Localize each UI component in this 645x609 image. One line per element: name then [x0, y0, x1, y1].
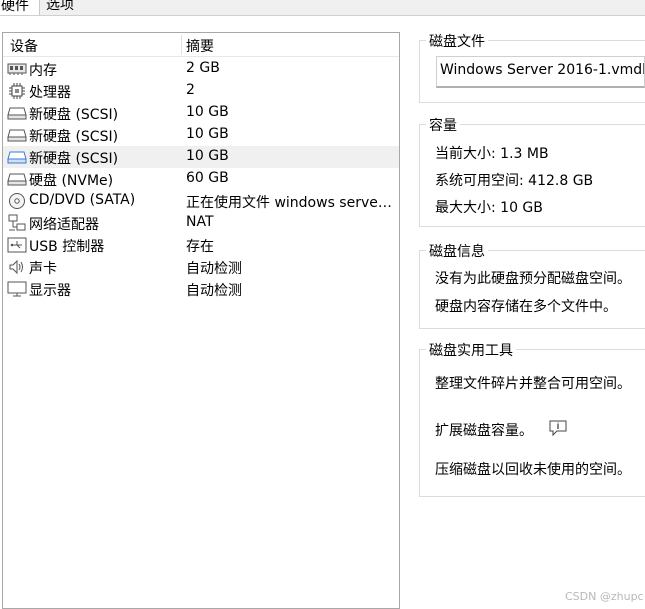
- device-summary: 2: [186, 82, 195, 98]
- current-size-text: 当前大小: 1.3 MB: [435, 146, 549, 162]
- monitor-icon: [7, 281, 27, 297]
- device-summary: 存在: [186, 239, 214, 255]
- speaker-icon: [7, 259, 27, 275]
- device-summary: 自动检测: [186, 283, 242, 299]
- device-name: 声卡: [29, 261, 57, 277]
- hard-disk-icon: [7, 171, 27, 187]
- device-name: 硬盘 (NVMe): [29, 173, 114, 189]
- disk-utilities-title: 磁盘实用工具: [426, 340, 516, 360]
- device-summary: 10 GB: [186, 126, 229, 142]
- device-summary: 10 GB: [186, 148, 229, 164]
- cd-dvd-icon: [7, 193, 27, 209]
- processor-icon: [7, 83, 27, 99]
- disk-info-title: 磁盘信息: [426, 241, 488, 261]
- device-summary: 60 GB: [186, 170, 229, 186]
- hard-disk-icon: [7, 149, 27, 165]
- disk-file-title: 磁盘文件: [426, 31, 488, 51]
- device-row-cd-dvd[interactable]: CD/DVD (SATA) 正在使用文件 windows serve…: [3, 190, 399, 212]
- max-size-text: 最大大小: 10 GB: [435, 200, 543, 216]
- expand-disk-link[interactable]: 扩展磁盘容量。: [435, 420, 533, 440]
- memory-icon: [7, 61, 27, 77]
- device-row-memory[interactable]: 内存 2 GB: [3, 58, 399, 80]
- defragment-link[interactable]: 整理文件碎片并整合可用空间。: [435, 373, 631, 393]
- network-adapter-icon: [7, 214, 27, 231]
- disk-info-group: 磁盘信息: [419, 241, 645, 329]
- hard-disk-icon: [7, 127, 27, 143]
- device-name: 处理器: [29, 85, 71, 101]
- device-list[interactable]: 设备 摘要 内存 2 GB 处理器 2 新硬盘 (SCSI) 10 GB 新硬盘…: [2, 32, 400, 609]
- system-free-space-text: 系统可用空间: 412.8 GB: [435, 173, 594, 189]
- device-row-display[interactable]: 显示器 自动检测: [3, 278, 399, 300]
- disk-info-split-files-text: 硬盘内容存储在多个文件中。: [435, 299, 617, 315]
- device-row-scsi-disk-2[interactable]: 新硬盘 (SCSI) 10 GB: [3, 124, 399, 146]
- device-name: 显示器: [29, 283, 71, 299]
- info-comment-icon[interactable]: [549, 419, 567, 437]
- device-name: 新硬盘 (SCSI): [29, 107, 119, 123]
- device-name: 网络适配器: [29, 217, 99, 233]
- device-summary: 自动检测: [186, 261, 242, 277]
- device-name: 新硬盘 (SCSI): [29, 151, 119, 167]
- device-row-scsi-disk-1[interactable]: 新硬盘 (SCSI) 10 GB: [3, 102, 399, 124]
- disk-info-preallocation-text: 没有为此硬盘预分配磁盘空间。: [435, 271, 631, 287]
- disk-file-path-field[interactable]: Windows Server 2016-1.vmdk: [436, 56, 645, 88]
- capacity-title: 容量: [426, 115, 460, 135]
- device-name: 内存: [29, 63, 57, 79]
- device-name: 新硬盘 (SCSI): [29, 129, 119, 145]
- device-summary: 2 GB: [186, 60, 220, 76]
- usb-icon: [7, 237, 27, 253]
- compact-disk-link[interactable]: 压缩磁盘以回收未使用的空间。: [435, 459, 631, 479]
- device-summary: NAT: [186, 214, 214, 230]
- tab-divider: [0, 15, 645, 16]
- column-separator[interactable]: [181, 35, 182, 55]
- watermark: CSDN @zhupc: [565, 590, 644, 603]
- tab-options[interactable]: 选项: [36, 0, 84, 16]
- column-header-summary[interactable]: 摘要: [186, 36, 214, 56]
- device-row-processor[interactable]: 处理器 2: [3, 80, 399, 102]
- device-row-nvme-disk[interactable]: 硬盘 (NVMe) 60 GB: [3, 168, 399, 190]
- hard-disk-icon: [7, 105, 27, 121]
- column-header-device[interactable]: 设备: [10, 36, 38, 56]
- device-summary: 正在使用文件 windows serve…: [186, 195, 392, 211]
- device-summary: 10 GB: [186, 104, 229, 120]
- device-row-usb-controller[interactable]: USB 控制器 存在: [3, 234, 399, 256]
- device-row-network-adapter[interactable]: 网络适配器 NAT: [3, 212, 399, 234]
- device-list-header: 设备 摘要: [3, 33, 399, 57]
- tab-bar: 硬件 选项: [0, 0, 645, 16]
- device-name: CD/DVD (SATA): [29, 192, 136, 208]
- device-row-sound-card[interactable]: 声卡 自动检测: [3, 256, 399, 278]
- device-row-scsi-disk-3[interactable]: 新硬盘 (SCSI) 10 GB: [3, 146, 399, 168]
- tab-hardware[interactable]: 硬件: [0, 0, 40, 16]
- device-name: USB 控制器: [29, 239, 105, 255]
